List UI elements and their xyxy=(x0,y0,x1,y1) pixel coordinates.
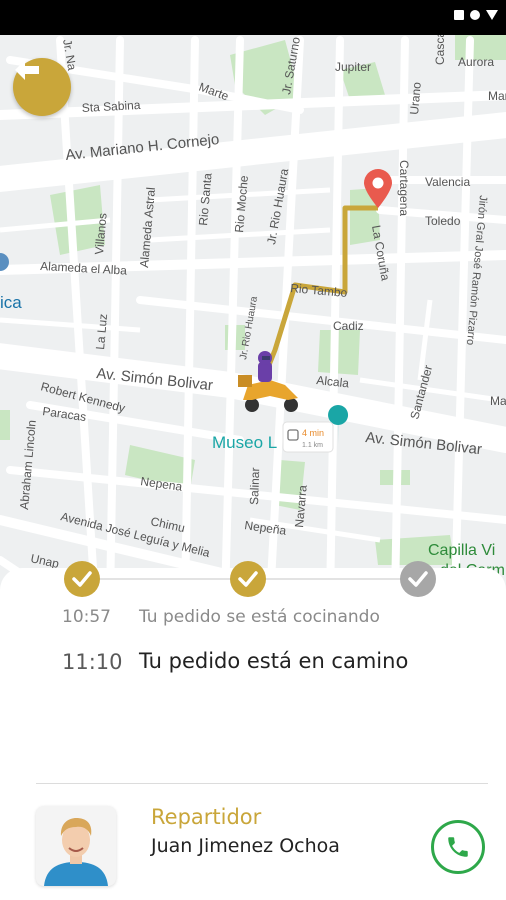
check-icon xyxy=(238,571,258,587)
svg-text:La Coruña: La Coruña xyxy=(369,224,393,282)
svg-text:Abraham Lincoln: Abraham Lincoln xyxy=(17,419,39,510)
svg-text:Cartagena: Cartagena xyxy=(397,160,411,216)
svg-text:Toledo: Toledo xyxy=(425,214,461,228)
event-text: Tu pedido se está cocinando xyxy=(139,607,380,627)
divider xyxy=(36,783,488,784)
svg-text:Urano: Urano xyxy=(407,81,424,115)
courier-photo xyxy=(36,806,116,886)
svg-text:Marte: Marte xyxy=(197,80,231,104)
svg-text:Valencia: Valencia xyxy=(425,175,470,189)
svg-text:Mar: Mar xyxy=(490,394,506,408)
svg-text:Salinar: Salinar xyxy=(247,467,262,505)
svg-text:Cascabe: Cascabe xyxy=(433,35,447,65)
map-view[interactable]: Av. Mariano H. Cornejo Av. Simón Bolivar… xyxy=(0,35,506,600)
svg-text:Mar: Mar xyxy=(488,89,506,103)
back-button[interactable] xyxy=(13,58,71,116)
arrow-left-icon xyxy=(15,60,39,80)
phone-icon xyxy=(448,837,468,857)
svg-text:Capilla Vi: Capilla Vi xyxy=(428,542,495,559)
avatar xyxy=(36,806,116,886)
map-canvas: Av. Mariano H. Cornejo Av. Simón Bolivar… xyxy=(0,35,506,600)
check-icon xyxy=(408,571,428,587)
svg-text:Aurora: Aurora xyxy=(458,55,494,69)
signal-icon xyxy=(454,10,464,20)
svg-text:Jupiter: Jupiter xyxy=(335,60,371,74)
svg-text:Navarra: Navarra xyxy=(292,484,310,528)
svg-text:Rio Santa: Rio Santa xyxy=(196,172,215,226)
wifi-icon xyxy=(486,10,498,20)
check-icon xyxy=(72,571,92,587)
svg-text:Cadiz: Cadiz xyxy=(333,319,364,333)
call-button[interactable] xyxy=(431,820,485,874)
battery-icon xyxy=(470,10,480,20)
svg-text:Villanos: Villanos xyxy=(92,212,110,255)
step-1-done xyxy=(64,561,100,597)
svg-text:ica: ica xyxy=(0,293,22,312)
svg-text:Museo L: Museo L xyxy=(212,433,277,452)
svg-text:Alameda Astral: Alameda Astral xyxy=(137,187,158,269)
event-time: 11:10 xyxy=(62,650,123,674)
event-text: Tu pedido está en camino xyxy=(139,649,409,673)
step-2-done xyxy=(230,561,266,597)
status-bar xyxy=(0,0,506,35)
eta-chip: 4 min 1.1 km xyxy=(282,421,334,453)
svg-text:La Luz: La Luz xyxy=(93,313,110,350)
event-time: 10:57 xyxy=(62,607,111,627)
eta-distance: 1.1 km xyxy=(302,442,323,449)
svg-text:Nepeña: Nepeña xyxy=(244,518,288,538)
courier-role: Repartidor xyxy=(151,805,262,829)
step-3-pending xyxy=(400,561,436,597)
courier-name: Juan Jimenez Ochoa xyxy=(151,835,340,857)
eta-time: 4 min xyxy=(302,428,324,438)
svg-text:Alcala: Alcala xyxy=(316,373,350,390)
